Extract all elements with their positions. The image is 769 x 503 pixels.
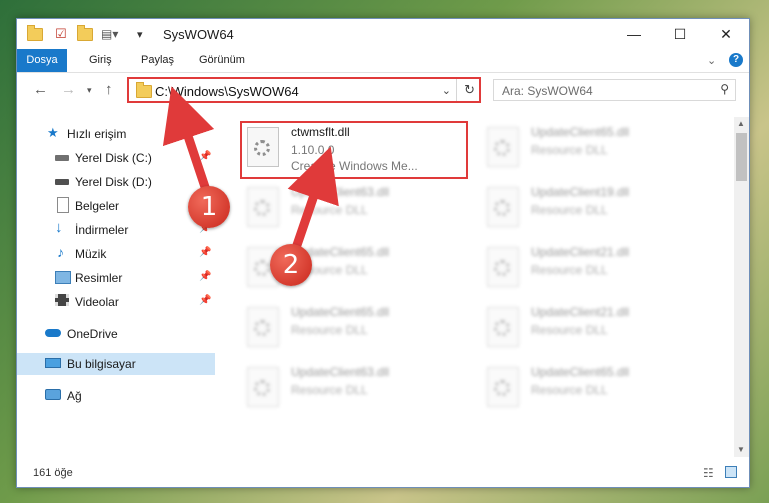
arrow-to-address-bar [162,86,215,195]
callout-2: 2 [270,244,312,286]
annotation-arrows [162,86,339,253]
callout-1: 1 [188,186,230,228]
arrow-to-file [287,146,339,253]
